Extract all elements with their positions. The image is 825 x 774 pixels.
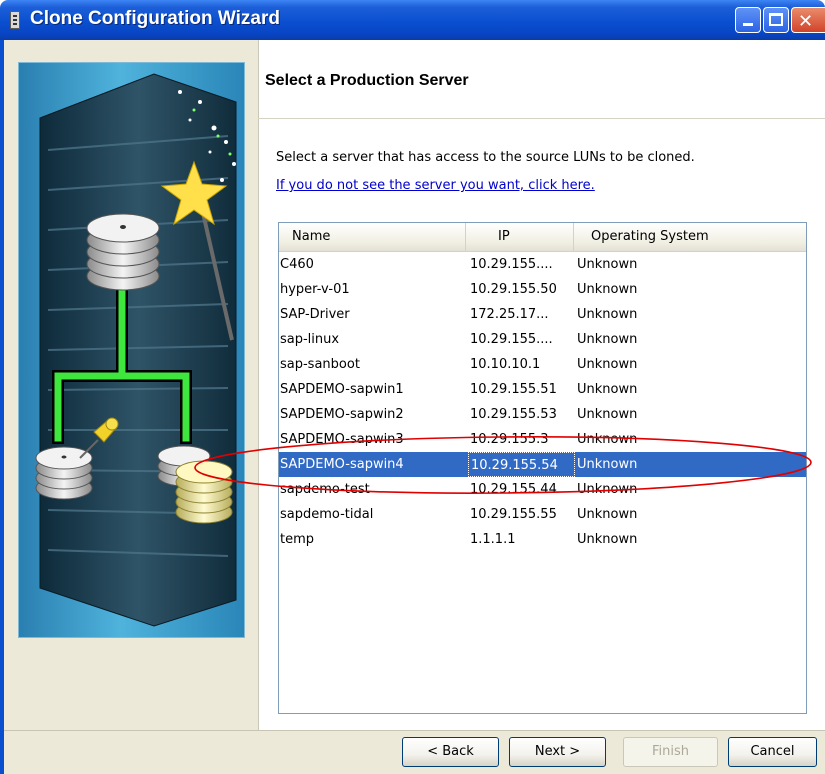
header-divider xyxy=(258,118,825,119)
cell-name: SAPDEMO-sapwin4 xyxy=(280,457,404,472)
title-bar[interactable]: Clone Configuration Wizard ✕ xyxy=(0,0,825,40)
column-header-ip[interactable]: IP xyxy=(466,223,574,251)
cell-name: temp xyxy=(280,532,315,547)
column-header-name[interactable]: Name xyxy=(279,223,466,251)
maximize-button[interactable] xyxy=(763,7,789,33)
cell-os: Unknown xyxy=(577,257,638,272)
table-row[interactable]: sapdemo-test 10.29.155.44 Unknown xyxy=(279,477,806,502)
page-title: Select a Production Server xyxy=(265,72,469,89)
wizard-graphic-panel xyxy=(4,40,259,730)
cell-os: Unknown xyxy=(577,432,638,447)
cell-ip: 172.25.17... xyxy=(470,307,549,322)
cell-name: sapdemo-test xyxy=(280,482,370,497)
minimize-button[interactable] xyxy=(735,7,761,33)
close-button[interactable]: ✕ xyxy=(791,7,825,33)
table-row[interactable]: SAP-Driver 172.25.17... Unknown xyxy=(279,302,806,327)
close-icon: ✕ xyxy=(798,11,814,32)
cell-ip: 10.29.155.50 xyxy=(470,282,557,297)
cell-os: Unknown xyxy=(577,382,638,397)
minimize-icon xyxy=(743,23,753,26)
cell-name: hyper-v-01 xyxy=(280,282,350,297)
table-header: Name IP Operating System xyxy=(279,223,806,252)
table-row[interactable]: SAPDEMO-sapwin2 10.29.155.53 Unknown xyxy=(279,402,806,427)
back-button[interactable]: < Back xyxy=(402,737,499,767)
cell-name: sapdemo-tidal xyxy=(280,507,374,522)
cell-ip: 10.29.155.44 xyxy=(470,482,557,497)
cell-os: Unknown xyxy=(577,482,638,497)
cell-ip: 10.29.155.53 xyxy=(470,407,557,422)
window-title: Clone Configuration Wizard xyxy=(30,8,280,29)
table-row[interactable]: SAPDEMO-sapwin3 10.29.155.3 Unknown xyxy=(279,427,806,452)
cell-name: SAPDEMO-sapwin3 xyxy=(280,432,404,447)
cell-ip: 10.29.155.... xyxy=(470,257,553,272)
table-row[interactable]: hyper-v-01 10.29.155.50 Unknown xyxy=(279,277,806,302)
cell-os: Unknown xyxy=(577,407,638,422)
cell-os: Unknown xyxy=(577,332,638,347)
cell-ip: 10.29.155.54 xyxy=(468,452,575,477)
server-table[interactable]: Name IP Operating System C460 10.29.155..… xyxy=(278,222,807,714)
column-header-os[interactable]: Operating System xyxy=(574,223,806,251)
cell-os: Unknown xyxy=(577,357,638,372)
cell-ip: 10.29.155.... xyxy=(470,332,553,347)
cell-os: Unknown xyxy=(577,282,638,297)
app-icon xyxy=(10,11,20,29)
finish-button[interactable]: Finish xyxy=(623,737,718,767)
table-row[interactable]: sap-linux 10.29.155.... Unknown xyxy=(279,327,806,352)
instruction-text: Select a server that has access to the s… xyxy=(276,150,695,165)
cell-name: SAPDEMO-sapwin2 xyxy=(280,407,404,422)
table-body: C460 10.29.155.... Unknown hyper-v-01 10.29… xyxy=(279,252,806,552)
cell-os: Unknown xyxy=(577,307,638,322)
table-row-selected[interactable]: SAPDEMO-sapwin4 10.29.155.54 Unknown xyxy=(279,452,806,477)
cell-ip: 10.29.155.55 xyxy=(470,507,557,522)
table-row[interactable]: sap-sanboot 10.10.10.1 Unknown xyxy=(279,352,806,377)
next-button[interactable]: Next > xyxy=(509,737,606,767)
table-row[interactable]: sapdemo-tidal 10.29.155.55 Unknown xyxy=(279,502,806,527)
cancel-button[interactable]: Cancel xyxy=(728,737,817,767)
server-rack-with-magic-wand-icon xyxy=(35,73,237,627)
cell-ip: 10.10.10.1 xyxy=(470,357,541,372)
table-row[interactable]: C460 10.29.155.... Unknown xyxy=(279,252,806,277)
cell-name: SAP-Driver xyxy=(280,307,350,322)
cell-ip: 10.29.155.3 xyxy=(470,432,549,447)
cell-ip: 10.29.155.51 xyxy=(470,382,557,397)
maximize-icon xyxy=(769,13,783,26)
cell-name: sap-sanboot xyxy=(280,357,360,372)
cell-ip: 1.1.1.1 xyxy=(470,532,516,547)
cell-name: sap-linux xyxy=(280,332,340,347)
table-row[interactable]: temp 1.1.1.1 Unknown xyxy=(279,527,806,552)
help-link[interactable]: If you do not see the server you want, c… xyxy=(276,178,595,193)
cell-os: Unknown xyxy=(577,457,638,472)
cell-name: C460 xyxy=(280,257,314,272)
cell-os: Unknown xyxy=(577,507,638,522)
cell-name: SAPDEMO-sapwin1 xyxy=(280,382,404,397)
cell-os: Unknown xyxy=(577,532,638,547)
table-row[interactable]: SAPDEMO-sapwin1 10.29.155.51 Unknown xyxy=(279,377,806,402)
